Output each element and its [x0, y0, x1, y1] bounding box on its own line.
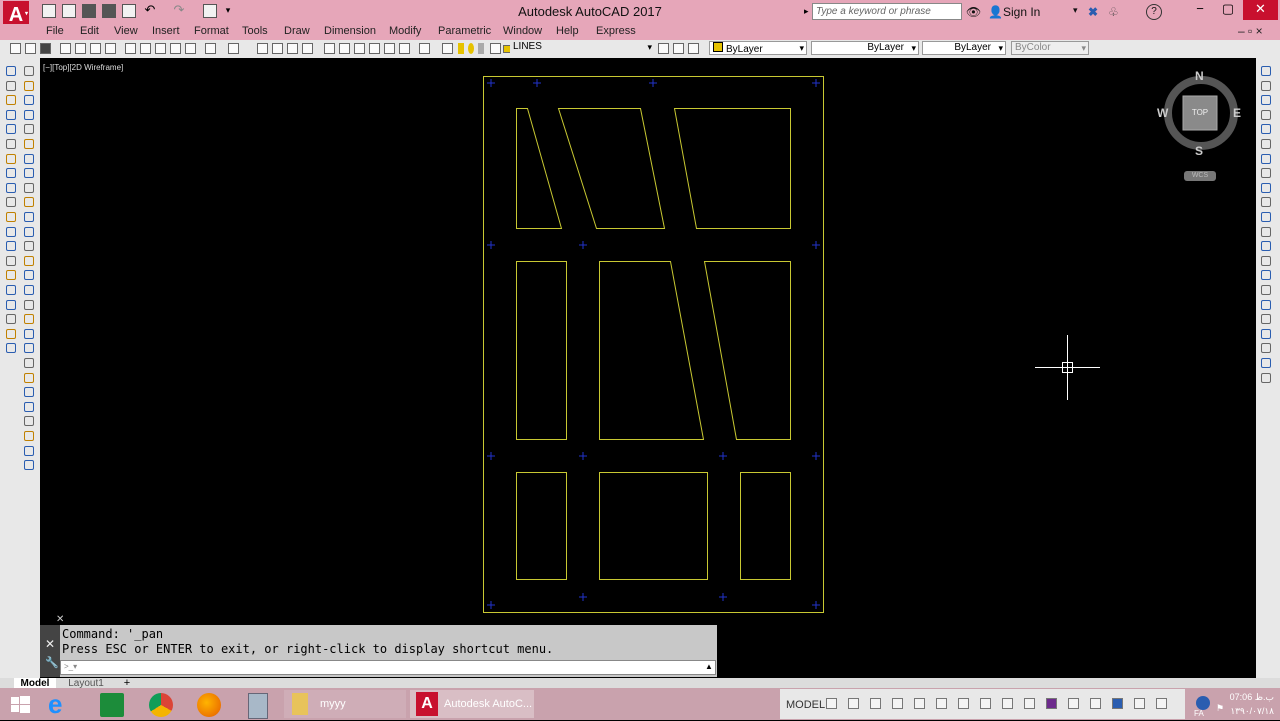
status-toggle-icon[interactable] [1134, 698, 1145, 709]
crosshair-cursor [1035, 335, 1100, 400]
grip-marker [812, 452, 820, 460]
viewcube-south[interactable]: S [1195, 144, 1203, 158]
grip-marker [579, 593, 587, 601]
status-toggle-icon[interactable] [914, 698, 925, 709]
panel-mid-right [703, 261, 791, 440]
viewcube-north[interactable]: N [1195, 69, 1204, 83]
status-toggle-icon[interactable] [1046, 698, 1057, 709]
calculator-icon[interactable] [248, 693, 268, 719]
grip-marker [719, 452, 727, 460]
drawing-canvas [483, 76, 1238, 613]
add-layout-button[interactable]: + [120, 678, 134, 689]
status-toggle-icon[interactable] [1024, 698, 1035, 709]
network-icon[interactable] [1196, 696, 1210, 710]
status-toggle-icon[interactable] [1002, 698, 1013, 709]
firefox-icon[interactable] [197, 693, 221, 717]
command-input[interactable] [60, 660, 716, 675]
taskbar-folder-label: myyy [320, 698, 346, 710]
grip-markers [487, 79, 820, 609]
taskbar-folder-myyy[interactable]: myyy [284, 690, 406, 718]
close-command-icon[interactable]: ✕ [45, 637, 55, 651]
windows-logo-icon [11, 696, 30, 713]
taskbar-autocad[interactable]: A Autodesk AutoC... [410, 690, 534, 718]
panel-top-left [516, 108, 563, 229]
clock-date[interactable]: ۱۳۹۰/۰۷/۱۸ [1220, 706, 1274, 717]
grip-marker [487, 601, 495, 609]
tab-layout1[interactable]: Layout1 [62, 678, 110, 689]
status-toggle-icon[interactable] [958, 698, 969, 709]
grip-marker [719, 593, 727, 601]
status-toggle-icon[interactable] [936, 698, 947, 709]
grip-marker [812, 241, 820, 249]
command-history-line-2: Press ESC or ENTER to exit, or right-cli… [62, 642, 554, 656]
status-toggle-icon[interactable] [980, 698, 991, 709]
panel-top-right [673, 108, 791, 229]
language-indicator[interactable]: FA [1194, 709, 1204, 718]
store-icon[interactable] [100, 693, 124, 717]
grip-marker [533, 79, 541, 87]
chrome-icon[interactable] [149, 693, 173, 717]
wcs-menu-button[interactable]: WCS [1184, 171, 1216, 181]
grip-marker [649, 79, 657, 87]
grip-marker [812, 601, 820, 609]
layout-tabs [0, 678, 1280, 688]
tab-model[interactable]: Model [14, 678, 56, 689]
status-toggle-icon[interactable] [826, 698, 837, 709]
viewcube-east[interactable]: E [1233, 106, 1241, 120]
panel-bottom-right [740, 472, 791, 580]
panel-bottom-left [516, 472, 567, 580]
clock-time[interactable]: 07:06 ب.ظ [1220, 692, 1274, 703]
grip-marker [487, 452, 495, 460]
status-toggle-icon[interactable] [892, 698, 903, 709]
start-button[interactable] [6, 690, 34, 718]
command-history-icon[interactable]: ▲ [705, 662, 713, 671]
taskbar-autocad-label: Autodesk AutoC... [444, 698, 533, 710]
grip-marker [579, 241, 587, 249]
panel-mid-left [516, 261, 567, 440]
command-handle[interactable] [40, 625, 60, 677]
autocad-icon: A [416, 692, 438, 716]
command-history-line-1: Command: '_pan [62, 627, 164, 641]
status-toggle-icon[interactable] [870, 698, 881, 709]
model-space-button[interactable]: MODEL [786, 699, 825, 711]
customize-wrench-icon[interactable]: 🔧 [45, 656, 59, 669]
grip-marker [579, 452, 587, 460]
grip-marker [487, 241, 495, 249]
panel-mid-middle [599, 261, 705, 440]
status-toggle-icon[interactable] [1090, 698, 1101, 709]
panel-bottom-middle [599, 472, 708, 580]
command-prompt-icon: >_▾ [64, 662, 78, 671]
command-close-icon[interactable]: ✕ [56, 614, 64, 625]
folder-icon [292, 693, 308, 715]
drawing-frame [483, 76, 824, 613]
status-toggle-icon[interactable] [848, 698, 859, 709]
panel-top-middle [557, 108, 666, 229]
grip-marker [487, 79, 495, 87]
viewcube-west[interactable]: W [1157, 106, 1168, 120]
internet-explorer-icon[interactable]: e [48, 690, 78, 718]
status-toggle-icon[interactable] [1112, 698, 1123, 709]
grip-marker [812, 79, 820, 87]
viewcube-top-face[interactable]: TOP [1183, 108, 1217, 117]
status-toggle-icon[interactable] [1068, 698, 1079, 709]
status-toggle-icon[interactable] [1156, 698, 1167, 709]
